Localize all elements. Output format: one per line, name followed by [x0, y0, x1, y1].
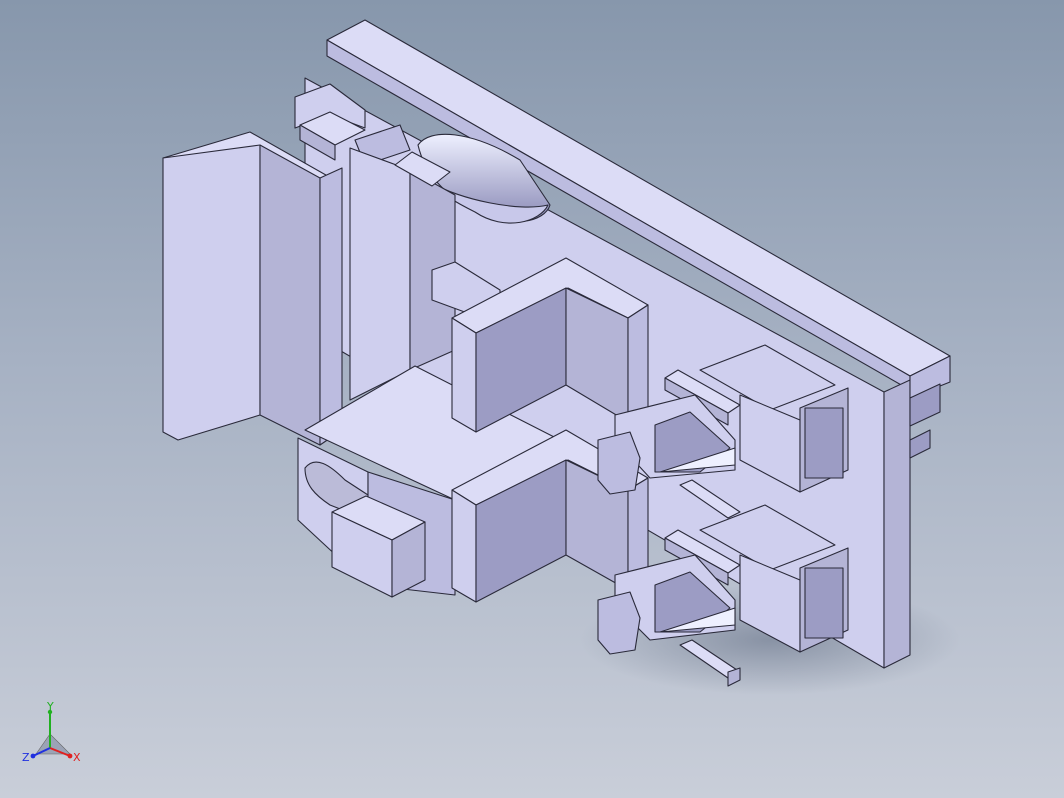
- l-bracket-lower-left: [451, 489, 477, 603]
- left-panel-face: [162, 144, 261, 441]
- clip-upper-housing-window: [804, 407, 844, 479]
- triad-z-label: Z: [22, 751, 30, 764]
- left-panel-side: [259, 144, 321, 446]
- l-bracket-upper-left: [451, 317, 477, 433]
- triad-base: [35, 733, 71, 755]
- clip-lower-knob: [597, 591, 641, 655]
- column-1: [349, 147, 411, 401]
- clip-upper-knob: [597, 431, 641, 495]
- left-panel[interactable]: [162, 131, 343, 446]
- back-plate-tab-2: [909, 429, 931, 459]
- cad-viewport[interactable]: Y X Z: [0, 0, 1064, 798]
- back-plate-end: [883, 379, 911, 669]
- clip-lower-housing-window: [804, 567, 844, 639]
- cad-model-view[interactable]: [0, 0, 1064, 798]
- l-bracket-upper-end: [627, 304, 649, 423]
- left-panel-edge: [319, 167, 343, 446]
- triad-x-label: X: [73, 751, 81, 764]
- triad-x-dot: [67, 753, 73, 759]
- triad-z-dot: [30, 753, 36, 759]
- orientation-triad[interactable]: Y X Z: [20, 700, 90, 770]
- triad-y-label: Y: [46, 700, 54, 713]
